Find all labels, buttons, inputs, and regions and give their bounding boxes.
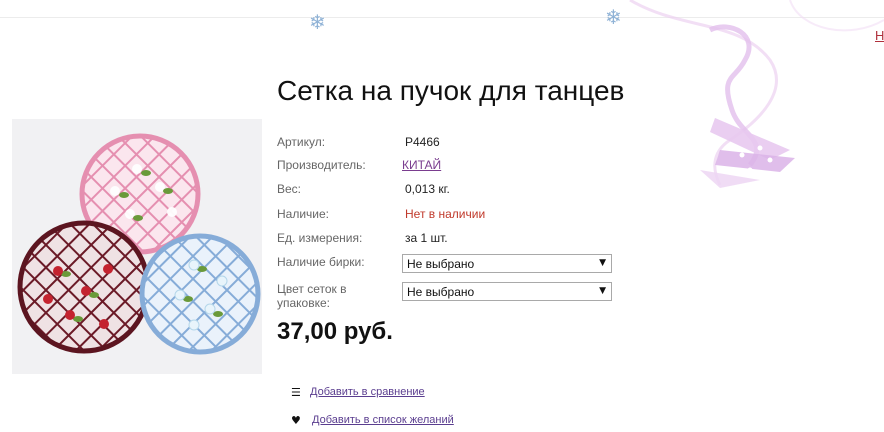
color-select-value: Не выбрано	[407, 285, 475, 299]
availability-status: Нет в наличии	[405, 207, 486, 221]
option-label-color: Цвет сеток в упаковке:	[277, 282, 347, 310]
spec-label-unit: Ед. измерения:	[277, 231, 363, 245]
snowflake-icon: ❄	[309, 10, 326, 34]
tag-select-value: Не выбрано	[407, 257, 475, 271]
ribbon-decoration	[629, 0, 884, 188]
spec-value-sku: P4466	[405, 135, 440, 149]
hair-net-photo	[17, 133, 261, 355]
option-label-tag: Наличие бирки:	[277, 255, 365, 269]
product-title: Сетка на пучок для танцев	[277, 75, 625, 106]
spec-label-availability: Наличие:	[277, 207, 330, 221]
spec-label-weight: Вес:	[277, 182, 302, 196]
product-image[interactable]	[12, 119, 262, 374]
list-icon[interactable]: ☰	[291, 386, 301, 399]
spec-value-unit: за 1 шт.	[405, 231, 448, 245]
spec-label-manufacturer: Производитель:	[277, 158, 366, 172]
dropdown-arrow-icon: ▼	[599, 286, 606, 296]
heart-icon[interactable]: ♥	[291, 414, 301, 427]
dropdown-arrow-icon: ▼	[599, 258, 606, 268]
manufacturer-link[interactable]: КИТАЙ	[402, 158, 441, 172]
add-to-wishlist-link[interactable]: Добавить в список желаний	[312, 414, 454, 426]
spec-label-sku: Артикул:	[277, 135, 326, 149]
add-to-compare-link[interactable]: Добавить в сравнение	[310, 386, 425, 398]
color-select[interactable]: Не выбрано ▼	[402, 282, 612, 301]
tag-select[interactable]: Не выбрано ▼	[402, 254, 612, 273]
product-price: 37,00 руб.	[277, 318, 393, 345]
spec-value-weight: 0,013 кг.	[405, 182, 450, 196]
